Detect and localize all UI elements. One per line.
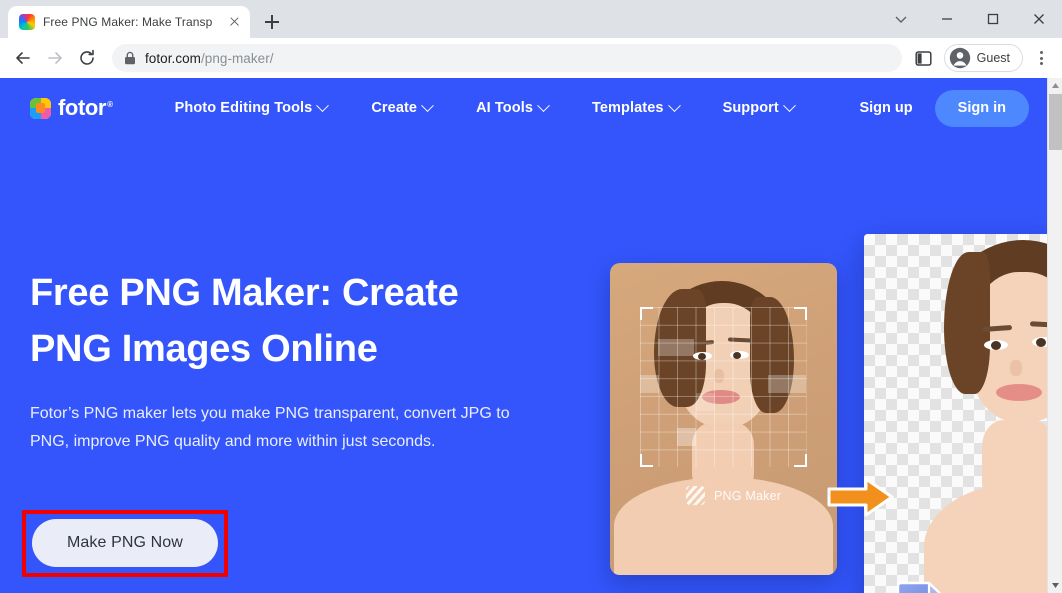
- page-title: Free PNG Maker: Create PNG Images Online: [30, 266, 560, 378]
- fotor-page: fotor® Photo Editing Tools Create AI Too…: [0, 78, 1057, 593]
- maximize-icon[interactable]: [970, 0, 1016, 38]
- back-icon[interactable]: [8, 43, 38, 73]
- toolbar-right-actions: Guest: [910, 43, 1054, 73]
- sign-up-link[interactable]: Sign up: [845, 100, 926, 116]
- forward-icon[interactable]: [40, 43, 70, 73]
- new-tab-button[interactable]: [258, 8, 286, 36]
- chevron-down-icon: [782, 98, 796, 112]
- fotor-logo-icon: [30, 97, 51, 119]
- hero-image-original: PNG Maker: [610, 263, 837, 575]
- fotor-favicon-icon: [19, 14, 35, 30]
- site-navbar: fotor® Photo Editing Tools Create AI Too…: [0, 78, 1047, 138]
- registered-mark: ®: [107, 99, 113, 109]
- url-path: /png-maker/: [200, 50, 274, 66]
- sign-in-button[interactable]: Sign in: [934, 89, 1029, 127]
- side-panel-icon[interactable]: [910, 44, 938, 72]
- chevron-down-icon: [421, 98, 434, 112]
- nav-item-create[interactable]: Create: [349, 98, 454, 116]
- lock-icon: [125, 51, 135, 65]
- nav-item-photo-editing-tools[interactable]: Photo Editing Tools: [153, 98, 350, 116]
- browser-window: Free PNG Maker: Make Transp fotor.com/pn…: [0, 0, 1062, 593]
- nav-label: Photo Editing Tools: [174, 100, 313, 116]
- profile-name: Guest: [976, 51, 1010, 65]
- nav-actions: Sign up Sign in: [845, 89, 1029, 127]
- hero-copy: Free PNG Maker: Create PNG Images Online…: [30, 266, 560, 456]
- scrollbar-thumb[interactable]: [1049, 94, 1062, 150]
- nav-label: Create: [371, 100, 418, 116]
- nav-item-templates[interactable]: Templates: [570, 98, 701, 116]
- png-file-badge: PNG: [895, 581, 950, 593]
- url-domain: fotor.com: [145, 50, 201, 66]
- profile-chip[interactable]: Guest: [943, 44, 1023, 72]
- hero-subtitle: Fotor’s PNG maker lets you make PNG tran…: [30, 404, 510, 450]
- close-icon[interactable]: [226, 14, 242, 30]
- scroll-up-arrow-icon[interactable]: [1048, 78, 1062, 93]
- png-maker-watermark: PNG Maker: [686, 486, 781, 505]
- address-bar[interactable]: fotor.com/png-maker/: [112, 44, 902, 72]
- stripes-icon: [686, 486, 705, 505]
- brand-name: fotor®: [58, 95, 113, 120]
- reload-icon[interactable]: [72, 43, 102, 73]
- chevron-down-icon: [537, 98, 550, 112]
- chrome-menu-icon[interactable]: [1028, 43, 1054, 73]
- chevron-down-icon: [316, 98, 330, 112]
- nav-label: AI Tools: [476, 100, 534, 116]
- nav-links: Photo Editing Tools Create AI Tools Temp…: [153, 98, 846, 116]
- annotation-highlight-box: Make PNG Now: [22, 510, 228, 577]
- tab-title: Free PNG Maker: Make Transp: [43, 15, 213, 29]
- nav-item-ai-tools[interactable]: AI Tools: [454, 98, 570, 116]
- window-controls: [878, 0, 1062, 38]
- minimize-icon[interactable]: [924, 0, 970, 38]
- selection-grid: [640, 307, 807, 467]
- nav-label: Support: [722, 100, 779, 116]
- person-icon: [949, 47, 970, 69]
- cta-area: Make PNG Now: [22, 510, 228, 577]
- transform-arrow: [826, 476, 896, 518]
- browser-tab[interactable]: Free PNG Maker: Make Transp: [8, 6, 250, 38]
- hero-image-transparent: [864, 234, 1057, 593]
- watermark-label: PNG Maker: [714, 488, 782, 503]
- title-line-2: PNG Images Online: [30, 327, 378, 370]
- fotor-logo[interactable]: fotor®: [30, 95, 113, 121]
- url-text: fotor.com/png-maker/: [145, 51, 274, 66]
- hero-section: Free PNG Maker: Create PNG Images Online…: [0, 138, 1057, 593]
- chevron-down-icon: [667, 98, 681, 112]
- nav-item-support[interactable]: Support: [701, 98, 816, 116]
- page-scrollbar[interactable]: [1047, 78, 1062, 593]
- make-png-now-button[interactable]: Make PNG Now: [32, 519, 218, 567]
- scroll-down-arrow-icon[interactable]: [1048, 578, 1062, 593]
- browser-toolbar: fotor.com/png-maker/ Guest: [0, 38, 1062, 78]
- title-line-1: Free PNG Maker: Create: [30, 272, 459, 314]
- chevron-down-icon[interactable]: [878, 0, 924, 38]
- page-viewport: fotor® Photo Editing Tools Create AI Too…: [0, 78, 1062, 593]
- tab-strip: Free PNG Maker: Make Transp: [0, 0, 1062, 38]
- window-close-icon[interactable]: [1016, 0, 1062, 38]
- nav-label: Templates: [592, 100, 664, 116]
